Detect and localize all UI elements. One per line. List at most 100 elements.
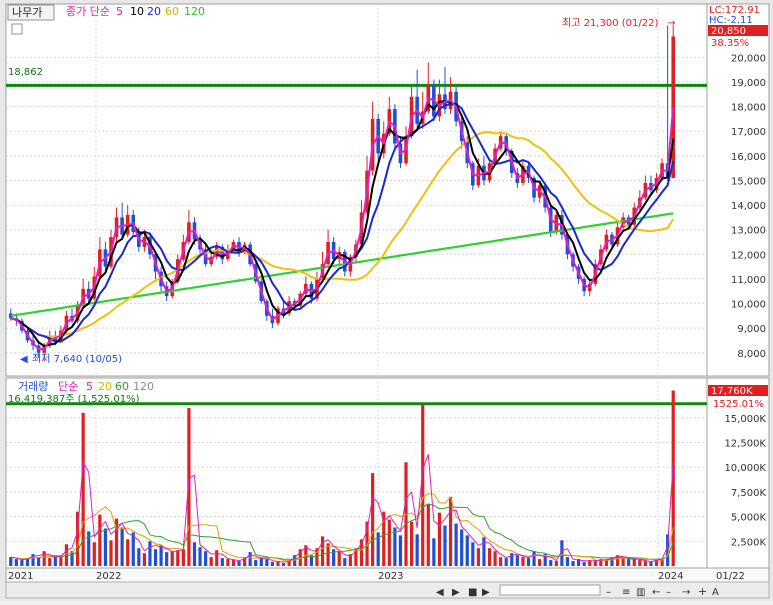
price-tick-label: 19,000 — [731, 78, 766, 89]
volume-bar — [387, 519, 391, 566]
price-tick-label: 15,000 — [731, 176, 766, 187]
volume-bar — [48, 558, 52, 566]
volume-bar — [204, 551, 208, 566]
volume-legend-ma60: 60 — [115, 380, 129, 393]
pan-right-icon[interactable]: ▶ — [482, 587, 490, 598]
volume-legend-ma20: 20 — [98, 380, 112, 393]
price-panel — [5, 3, 708, 377]
x-tick-label: 2022 — [96, 571, 121, 582]
volume-bar — [465, 535, 469, 566]
scroll-left-icon[interactable]: ◀ — [436, 587, 444, 598]
volume-bar — [371, 473, 375, 566]
volume-bar — [254, 560, 258, 566]
volume-bar — [320, 536, 325, 566]
volume-bar — [549, 560, 553, 566]
volume-bar — [515, 555, 519, 566]
bars-icon[interactable]: ▥ — [636, 587, 645, 598]
volume-bar — [415, 534, 419, 566]
volume-bar — [237, 561, 241, 566]
settings-box-icon[interactable] — [11, 23, 23, 35]
volume-bar — [493, 551, 497, 566]
price-tick-label: 16,000 — [731, 152, 766, 163]
scroll-right-icon-2[interactable]: → — [682, 587, 690, 598]
low-arrow-icon: ◀ — [20, 354, 28, 365]
volume-bar — [432, 538, 436, 566]
stop-icon[interactable]: ■ — [468, 587, 477, 598]
volume-bar — [192, 542, 197, 566]
volume-bar — [159, 545, 163, 566]
price-tick-label: 12,000 — [731, 250, 766, 261]
volume-bar — [437, 512, 442, 566]
volume-tick-label: 5,000K — [731, 513, 767, 524]
volume-bar — [487, 548, 492, 566]
volume-bar — [632, 559, 636, 566]
volume-bar — [59, 557, 63, 566]
price-tick-label: 18,000 — [731, 103, 766, 114]
volume-bar — [231, 560, 236, 566]
volume-bar — [476, 548, 480, 566]
price-tick-label: 20,000 — [731, 53, 766, 64]
scroll-track[interactable] — [499, 584, 601, 596]
volume-bar — [20, 560, 24, 566]
high-arrow-icon: → — [667, 18, 675, 29]
legend-ma60: 60 — [165, 5, 179, 18]
hline-volume-label: 16,419,387주 (1,525.01%) — [8, 394, 140, 405]
list-icon[interactable]: ≡ — [622, 587, 630, 598]
volume-bar — [176, 550, 180, 566]
volume-bar — [181, 549, 185, 566]
volume-legend-ma5: 5 — [86, 380, 93, 393]
volume-bar — [638, 560, 642, 566]
volume-tick-label: 7,500K — [731, 488, 767, 499]
stock-chart-svg: 20,000 19,000 18,000 17,000 16,000 15,000 14,0… — [0, 0, 773, 601]
volume-bar — [170, 551, 174, 566]
last-price: 20,850 — [711, 26, 746, 37]
hc-readout: HC:-2.11 — [709, 15, 753, 26]
legend-ma20: 20 — [147, 5, 161, 18]
volume-bar — [621, 558, 625, 566]
volume-bar — [98, 514, 102, 566]
volume-bar — [593, 561, 597, 566]
volume-bar — [109, 540, 113, 566]
volume-bar — [454, 523, 458, 566]
volume-bar — [443, 525, 447, 566]
volume-bar — [526, 558, 531, 566]
volume-bar — [504, 558, 508, 566]
volume-bar — [131, 532, 135, 566]
volume-bar — [649, 562, 653, 566]
volume-legend-ma120: 120 — [133, 380, 154, 393]
zoom-minus-icon[interactable]: – — [606, 587, 611, 598]
zoom-out-icon[interactable]: – — [666, 587, 671, 598]
volume-bar — [499, 557, 503, 566]
scroll-left-icon-2[interactable]: ← — [652, 587, 660, 598]
font-size-icon[interactable]: A — [712, 587, 719, 598]
volume-bar — [198, 547, 202, 566]
volume-bar — [337, 551, 341, 566]
volume-legend-title: 거래량 — [18, 380, 48, 393]
volume-panel — [5, 377, 708, 569]
volume-bar — [426, 503, 430, 566]
volume-bar — [81, 412, 85, 566]
hline-price-label: 18,862 — [8, 67, 43, 78]
volume-bar — [270, 562, 275, 566]
price-tick-label: 8,000 — [737, 349, 766, 360]
volume-bar — [42, 551, 46, 566]
chart-window: 20,000 19,000 18,000 17,000 16,000 15,000 14,0… — [0, 0, 773, 601]
volume-bar — [165, 552, 169, 566]
volume-bar — [209, 557, 213, 566]
volume-tick-label: 10,000K — [724, 463, 766, 474]
volume-bar — [142, 553, 146, 566]
zoom-in-icon[interactable]: + — [698, 585, 707, 598]
scroll-right-icon[interactable]: ▶ — [452, 587, 460, 598]
volume-bar — [120, 527, 124, 566]
legend-ma5: 5 — [116, 5, 123, 18]
last-volume: 17,760K — [711, 386, 753, 397]
volume-tick-label: 2,500K — [731, 537, 767, 548]
volume-bar — [37, 557, 41, 566]
volume-bar — [153, 549, 158, 566]
stock-name-label: 나무가 — [12, 6, 42, 19]
volume-bar — [92, 542, 96, 566]
volume-bar — [343, 558, 347, 566]
x-tick-label: 01/22 — [716, 571, 745, 582]
price-tick-label: 13,000 — [731, 226, 766, 237]
volume-bar — [460, 529, 464, 566]
